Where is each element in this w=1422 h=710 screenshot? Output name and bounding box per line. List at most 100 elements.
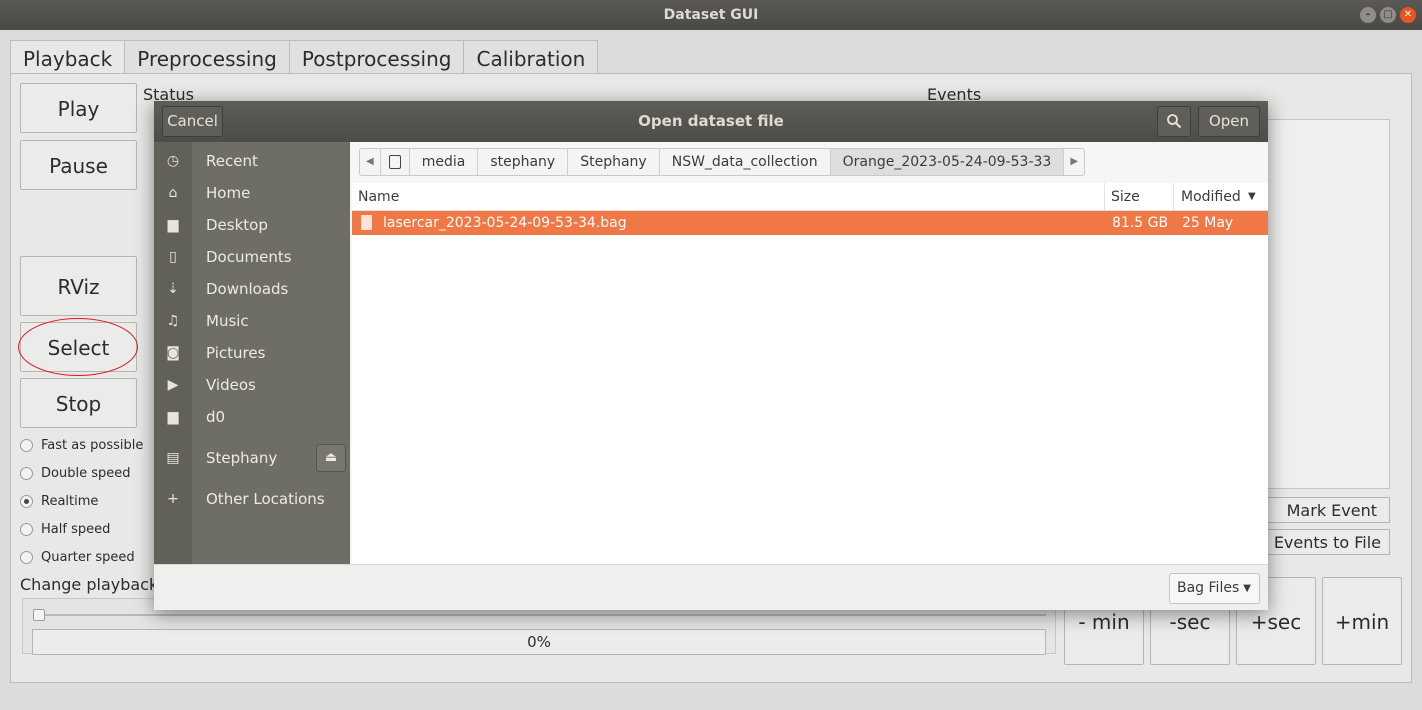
- sidebar-item-downloads[interactable]: ⇣ Downloads: [154, 273, 350, 305]
- music-icon: ♫: [166, 313, 180, 329]
- open-file-dialog: Open dataset file Cancel Open ◷ Recent ⌂…: [154, 101, 1268, 610]
- progress-bar: 0%: [32, 629, 1046, 655]
- sidebar-item-label: Downloads: [206, 280, 289, 298]
- sidebar-item-stephany[interactable]: ▤ Stephany: [154, 442, 314, 474]
- stop-button[interactable]: Stop: [20, 378, 137, 428]
- open-button[interactable]: Open: [1198, 106, 1260, 137]
- sidebar-item-documents[interactable]: ▯ Documents: [154, 241, 350, 273]
- sidebar-item-label: d0: [206, 408, 226, 426]
- document-icon: ▯: [169, 249, 177, 265]
- sidebar-item-videos[interactable]: ▶ Videos: [154, 369, 350, 401]
- eject-icon: ⏏: [324, 450, 338, 465]
- path-segment-nsw-data-collection[interactable]: NSW_data_collection: [660, 149, 831, 175]
- sidebar-item-music[interactable]: ♫ Music: [154, 305, 350, 337]
- radio-icon[interactable]: [20, 551, 33, 564]
- play-button[interactable]: Play: [20, 83, 137, 133]
- clock-icon: ◷: [166, 153, 180, 169]
- path-scroll-left-icon[interactable]: ◀: [360, 149, 381, 175]
- drive-icon: ▤: [166, 450, 180, 466]
- speed-option-double[interactable]: Double speed: [20, 466, 130, 481]
- path-scroll-right-icon[interactable]: ▶: [1064, 149, 1084, 175]
- download-icon: ⇣: [167, 281, 179, 297]
- file-list-header: Name Size Modified ▼: [352, 183, 1268, 211]
- tab-preprocessing[interactable]: Preprocessing: [124, 40, 290, 74]
- speed-option-realtime[interactable]: Realtime: [20, 494, 98, 509]
- tab-calibration[interactable]: Calibration: [463, 40, 599, 74]
- path-segment-media[interactable]: media: [410, 149, 479, 175]
- speed-option-half[interactable]: Half speed: [20, 522, 110, 537]
- file-list: Name Size Modified ▼ lasercar_2023-05-24…: [352, 183, 1268, 564]
- column-name[interactable]: Name: [358, 183, 399, 211]
- folder-icon: ▆: [167, 217, 179, 233]
- time-slider-track[interactable]: [38, 614, 1046, 616]
- sidebar-item-label: Stephany: [206, 449, 278, 467]
- annotation-circle: [18, 318, 138, 376]
- speed-option-quarter[interactable]: Quarter speed: [20, 550, 135, 565]
- search-icon: [1167, 114, 1182, 129]
- column-size[interactable]: Size: [1111, 183, 1140, 211]
- sidebar-item-label: Home: [206, 184, 251, 202]
- speed-label: Quarter speed: [41, 550, 135, 565]
- path-segment-stephany-drive[interactable]: Stephany: [568, 149, 660, 175]
- search-button[interactable]: [1157, 106, 1191, 137]
- plus-icon: +: [167, 491, 179, 507]
- sidebar-item-label: Music: [206, 312, 249, 330]
- close-icon[interactable]: ✕: [1400, 7, 1416, 23]
- dialog-header: Open dataset file Cancel Open: [154, 101, 1268, 142]
- progress-text: 0%: [527, 633, 551, 651]
- sort-down-icon[interactable]: ▼: [1248, 183, 1256, 211]
- window-titlebar: Dataset GUI – □ ✕: [0, 0, 1422, 30]
- sidebar-item-other-locations[interactable]: + Other Locations: [154, 483, 350, 515]
- sidebar-item-pictures[interactable]: ◙ Pictures: [154, 337, 350, 369]
- path-segment-current[interactable]: Orange_2023-05-24-09-53-33: [830, 149, 1065, 175]
- sidebar-item-label: Other Locations: [206, 490, 325, 508]
- path-segment-stephany[interactable]: stephany: [478, 149, 569, 175]
- change-playback-time-label: Change playback ti: [20, 575, 175, 594]
- filter-value: Bag Files: [1177, 580, 1240, 596]
- rviz-button[interactable]: RViz: [20, 256, 137, 316]
- sidebar-item-recent[interactable]: ◷ Recent: [154, 145, 350, 177]
- sidebar-item-label: Recent: [206, 152, 258, 170]
- plus-min-button[interactable]: +min: [1322, 577, 1402, 665]
- minimize-icon[interactable]: –: [1360, 7, 1376, 23]
- video-icon: ▶: [167, 377, 179, 393]
- radio-icon[interactable]: [20, 523, 33, 536]
- time-slider-handle[interactable]: [33, 609, 45, 621]
- sidebar-item-d0[interactable]: ▆ d0: [154, 401, 350, 433]
- dialog-title: Open dataset file: [638, 112, 784, 130]
- sidebar-item-label: Desktop: [206, 216, 268, 234]
- file-name: lasercar_2023-05-24-09-53-34.bag: [383, 215, 627, 231]
- window-title: Dataset GUI: [663, 7, 759, 23]
- speed-label: Fast as possible: [41, 438, 144, 453]
- maximize-icon[interactable]: □: [1380, 7, 1396, 23]
- events-list[interactable]: [1262, 119, 1390, 489]
- speed-label: Double speed: [41, 466, 131, 481]
- cancel-button[interactable]: Cancel: [162, 106, 223, 137]
- tab-postprocessing[interactable]: Postprocessing: [288, 40, 465, 74]
- radio-icon[interactable]: [20, 495, 33, 508]
- eject-button[interactable]: ⏏: [316, 444, 346, 472]
- sidebar-item-label: Pictures: [206, 344, 266, 362]
- sidebar-item-home[interactable]: ⌂ Home: [154, 177, 350, 209]
- sidebar-item-label: Documents: [206, 248, 292, 266]
- camera-icon: ◙: [166, 345, 180, 361]
- file-row[interactable]: lasercar_2023-05-24-09-53-34.bag 81.5 GB…: [352, 211, 1268, 235]
- file-type-filter[interactable]: Bag Files ▼: [1169, 573, 1260, 604]
- column-separator: [1104, 183, 1105, 211]
- path-root-button[interactable]: [381, 149, 410, 175]
- file-icon: [361, 215, 372, 230]
- radio-icon[interactable]: [20, 467, 33, 480]
- column-modified[interactable]: Modified: [1181, 183, 1241, 211]
- folder-icon: ▆: [167, 409, 179, 425]
- sidebar-item-label: Videos: [206, 376, 256, 394]
- window-controls: – □ ✕: [1360, 7, 1416, 23]
- home-icon: ⌂: [168, 185, 178, 201]
- sidebar-item-desktop[interactable]: ▆ Desktop: [154, 209, 350, 241]
- radio-icon[interactable]: [20, 439, 33, 452]
- file-size: 81.5 GB: [1112, 215, 1169, 231]
- pause-button[interactable]: Pause: [20, 140, 137, 190]
- speed-label: Realtime: [41, 494, 99, 509]
- drive-icon: [388, 155, 401, 169]
- tab-playback[interactable]: Playback: [10, 40, 126, 75]
- speed-option-fast[interactable]: Fast as possible: [20, 438, 143, 453]
